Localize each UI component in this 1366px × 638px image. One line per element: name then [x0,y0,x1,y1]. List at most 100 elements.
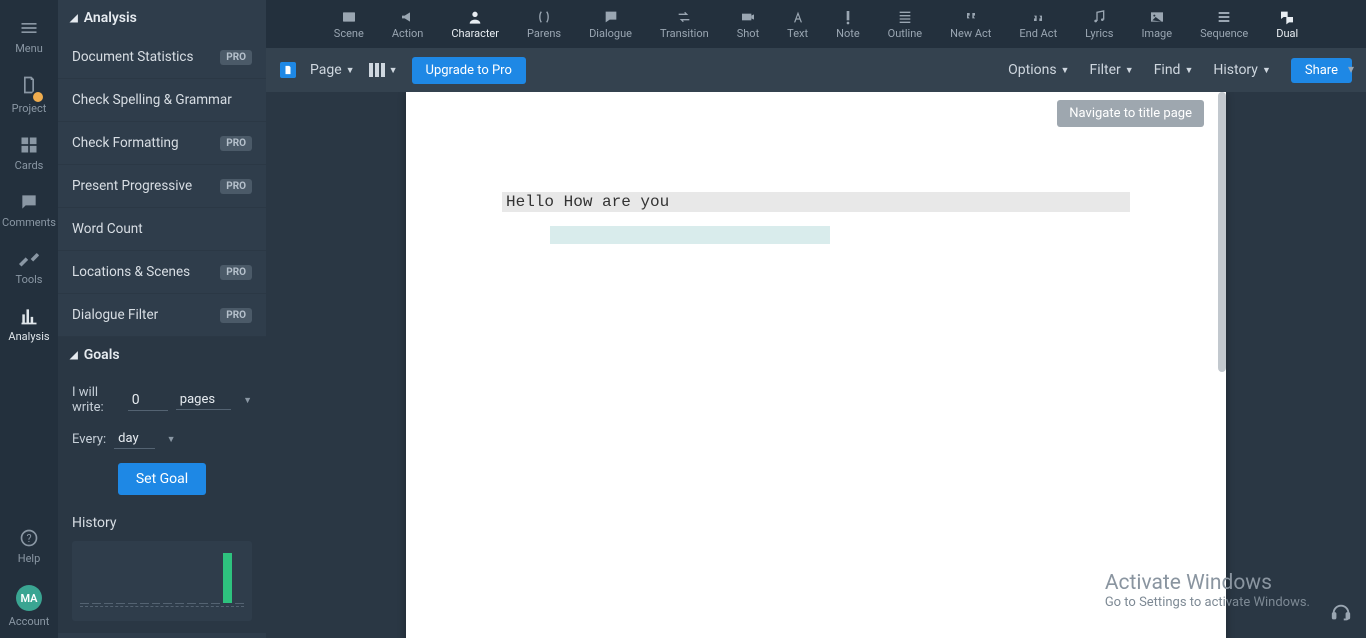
goals-header-label: Goals [84,347,120,363]
panel-item-label: Locations & Scenes [72,264,190,280]
goal-unit-select[interactable]: pages [176,390,231,410]
tool-dialogue[interactable]: Dialogue [575,3,646,46]
rail-project[interactable]: Project [0,65,58,125]
scrollbar[interactable] [1218,92,1226,372]
history-dropdown[interactable]: History▼ [1213,62,1270,78]
rail-tools[interactable]: Tools [0,239,58,296]
filter-dropdown[interactable]: Filter▼ [1089,62,1133,78]
chart-icon [19,306,39,326]
speech-icon [602,9,620,25]
history-bar [235,603,244,604]
goal-every-value: day [118,431,138,446]
support-icon[interactable] [1330,602,1352,624]
rail-comments[interactable]: Comments [0,182,58,239]
chevron-down-icon: ▼ [389,65,398,76]
goal-every-select[interactable]: day [114,429,154,449]
i-will-write-label: I will write: [72,385,120,415]
tool-character[interactable]: Character [437,3,513,46]
pro-badge: PRO [220,308,252,323]
tool-sequence[interactable]: Sequence [1186,3,1262,46]
upgrade-button[interactable]: Upgrade to Pro [412,57,526,84]
history-bar [199,603,208,604]
rail-account[interactable]: MA Account [0,575,58,638]
title-page-tooltip: Navigate to title page [1057,100,1204,127]
find-dropdown[interactable]: Find▼ [1154,62,1194,78]
tool-image[interactable]: Image [1127,3,1186,46]
panel-item[interactable]: Present ProgressivePRO [58,165,266,208]
avatar: MA [16,585,42,611]
dialogue-line[interactable] [550,226,830,244]
character-line[interactable]: Hello How are you [502,192,1130,212]
chevron-down-icon: ▼ [1125,65,1134,76]
format-toolbar: Scene Action Character Parens Dialogue T… [266,0,1366,48]
chevron-down-icon: ▼ [1184,65,1193,76]
rail-tools-label: Tools [16,273,43,286]
comment-icon [19,192,39,212]
analysis-header-label: Analysis [84,10,137,26]
panel-item[interactable]: Check Spelling & Grammar [58,79,266,122]
sequence-icon [1215,9,1233,25]
rail-analysis[interactable]: Analysis [0,296,58,353]
chevron-down-icon: ▼ [1061,65,1070,76]
panel-item-label: Present Progressive [72,178,192,194]
rail-menu-label: Menu [15,42,43,55]
history-bar [140,603,149,604]
caret-down-icon: ◢ [70,350,78,361]
tool-new-act[interactable]: New Act [936,3,1005,46]
columns-dropdown[interactable]: ▼ [369,63,398,77]
panel-item[interactable]: Check FormattingPRO [58,122,266,165]
panel-item-label: Word Count [72,221,143,237]
tool-lyrics[interactable]: Lyrics [1071,3,1127,46]
goals-section-header[interactable]: ◢ Goals [58,337,266,373]
share-button[interactable]: Share [1291,58,1352,83]
tool-parens[interactable]: Parens [513,3,575,46]
history-bar [223,553,232,603]
tool-action[interactable]: Action [378,3,438,46]
rail-help-label: Help [18,552,41,565]
history-bar [152,603,161,604]
history-bar [104,603,113,604]
rail-cards[interactable]: Cards [0,125,58,182]
caret-down-icon: ◢ [70,13,78,24]
tool-end-act[interactable]: End Act [1005,3,1071,46]
rail-cards-label: Cards [15,159,44,172]
analysis-panel: ◢ Analysis Document StatisticsPRO Check S… [58,0,266,638]
rail-analysis-label: Analysis [8,330,49,343]
set-goal-button[interactable]: Set Goal [118,463,206,495]
goal-count-input[interactable] [128,390,168,411]
editor-canvas: Hello How are you [266,92,1366,638]
tool-transition[interactable]: Transition [646,3,723,46]
analysis-section-header[interactable]: ◢ Analysis [58,0,266,36]
rail-help[interactable]: ? Help [0,518,58,575]
history-title: History [72,515,252,531]
document-icon[interactable] [280,62,296,78]
panel-item-label: Check Formatting [72,135,179,151]
panel-item-label: Dialogue Filter [72,307,158,323]
pro-badge: PRO [220,50,252,65]
panel-item[interactable]: Locations & ScenesPRO [58,251,266,294]
tool-text[interactable]: Text [773,3,822,46]
panel-item[interactable]: Dialogue Filter PRO [58,294,266,337]
panel-item[interactable]: Word Count [58,208,266,251]
caret-down-icon: ▼ [243,395,252,406]
columns-icon [369,63,385,77]
tool-scene[interactable]: Scene [320,3,378,46]
panel-item[interactable]: Document StatisticsPRO [58,36,266,79]
tool-shot[interactable]: Shot [723,3,773,46]
options-dropdown[interactable]: Options▼ [1008,62,1069,78]
help-icon: ? [19,528,39,548]
image-icon [1148,9,1166,25]
tool-dual[interactable]: Dual [1262,3,1312,46]
script-page[interactable]: Hello How are you [406,92,1226,638]
overflow-menu[interactable]: ▾ [1348,62,1354,76]
music-icon [1090,9,1108,25]
page-dropdown[interactable]: Page▼ [310,62,355,78]
rail-comments-label: Comments [2,216,56,229]
rail-menu[interactable]: Menu [0,8,58,65]
tool-note[interactable]: Note [822,3,874,46]
person-icon [466,9,484,25]
history-bar [175,603,184,604]
hamburger-icon [19,18,39,38]
tool-outline[interactable]: Outline [874,3,937,46]
panel-item-label: Check Spelling & Grammar [72,92,232,108]
